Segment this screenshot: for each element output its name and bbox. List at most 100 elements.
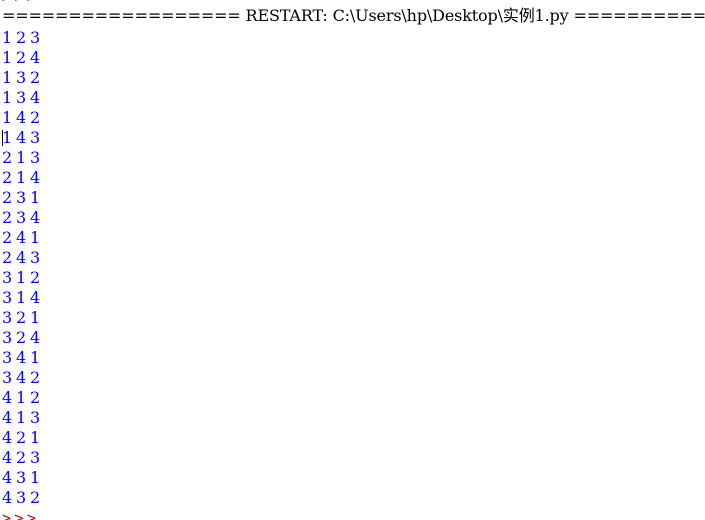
output-cell: 1 xyxy=(30,308,41,327)
output-cell: 2 xyxy=(16,448,27,467)
output-row: 341 xyxy=(2,348,44,368)
output-cell: 3 xyxy=(16,468,27,487)
output-cell: 1 xyxy=(30,468,41,487)
output-cell: 3 xyxy=(30,148,41,167)
output-cell: 1 xyxy=(2,88,13,107)
output-row: 413 xyxy=(2,408,44,428)
output-row: 432 xyxy=(2,488,44,508)
output-cell: 1 xyxy=(16,288,27,307)
output-cell: 3 xyxy=(30,408,41,427)
output-row: 124 xyxy=(2,48,44,68)
restart-banner: ================== RESTART: C:\Users\hp\… xyxy=(2,6,705,25)
output-row: 142 xyxy=(2,108,44,128)
output-cell: 4 xyxy=(30,208,41,227)
output-cell: 4 xyxy=(2,388,13,407)
output-row: 324 xyxy=(2,328,44,348)
output-cell: 4 xyxy=(2,408,13,427)
output-cell: 1 xyxy=(30,428,41,447)
output-cell: 1 xyxy=(16,268,27,287)
output-cell: 4 xyxy=(2,448,13,467)
output-cell: 2 xyxy=(16,308,27,327)
output-cell: 4 xyxy=(16,108,27,127)
output-cell: 4 xyxy=(16,368,27,387)
output-row: 231 xyxy=(2,188,44,208)
output-row: 421 xyxy=(2,428,44,448)
output-cell: 3 xyxy=(30,248,41,267)
bottom-prompt[interactable]: >>> xyxy=(2,508,39,520)
output-cell: 2 xyxy=(16,428,27,447)
output-cell: 1 xyxy=(16,168,27,187)
output-cell: 2 xyxy=(2,208,13,227)
output-cell: 2 xyxy=(30,388,41,407)
output-cell: 3 xyxy=(30,28,41,47)
output-cell: 1 xyxy=(2,28,13,47)
output-cell: 4 xyxy=(2,468,13,487)
output-cell: 3 xyxy=(2,308,13,327)
output-row: 123 xyxy=(2,28,44,48)
output-row: 314 xyxy=(2,288,44,308)
output-cell: 4 xyxy=(30,48,41,67)
output-cell: 4 xyxy=(2,488,13,507)
output-cell: 1 xyxy=(30,188,41,207)
output-cell: 2 xyxy=(2,168,13,187)
output-cell: 2 xyxy=(16,328,27,347)
output-row: 243 xyxy=(2,248,44,268)
output-cell: 1 xyxy=(2,128,13,147)
output-row: 143 xyxy=(2,128,44,148)
output-row: 234 xyxy=(2,208,44,228)
output-cell: 2 xyxy=(30,488,41,507)
output-cell: 3 xyxy=(16,488,27,507)
output-row: 134 xyxy=(2,88,44,108)
output-cell: 2 xyxy=(16,28,27,47)
output-cell: 2 xyxy=(2,248,13,267)
output-cell: 4 xyxy=(2,428,13,447)
output-row: 423 xyxy=(2,448,44,468)
output-cell: 1 xyxy=(2,108,13,127)
output-cell: 3 xyxy=(2,328,13,347)
output-cell: 3 xyxy=(2,268,13,287)
output-cell: 3 xyxy=(2,348,13,367)
output-cell: 1 xyxy=(2,68,13,87)
output-cell: 4 xyxy=(16,348,27,367)
output-cell: 3 xyxy=(16,208,27,227)
output-cell: 4 xyxy=(30,288,41,307)
output-cell: 2 xyxy=(2,228,13,247)
output-cell: 4 xyxy=(30,328,41,347)
output-cell: 3 xyxy=(16,68,27,87)
output-cell: 1 xyxy=(16,388,27,407)
idle-shell-output-pane[interactable]: >>> ================== RESTART: C:\Users… xyxy=(0,0,705,520)
output-cell: 1 xyxy=(30,348,41,367)
output-cell: 2 xyxy=(30,68,41,87)
text-caret xyxy=(2,130,3,146)
output-cell: 4 xyxy=(30,88,41,107)
output-cell: 3 xyxy=(16,88,27,107)
output-cell: 2 xyxy=(16,48,27,67)
output-cell: 1 xyxy=(16,408,27,427)
output-cell: 4 xyxy=(16,228,27,247)
output-cell: 2 xyxy=(30,108,41,127)
output-cell: 4 xyxy=(16,128,27,147)
output-row: 312 xyxy=(2,268,44,288)
output-cell: 3 xyxy=(30,128,41,147)
output-cell: 1 xyxy=(30,228,41,247)
output-cell: 3 xyxy=(16,188,27,207)
output-row: 132 xyxy=(2,68,44,88)
output-cell: 4 xyxy=(16,248,27,267)
output-cell: 2 xyxy=(2,188,13,207)
output-row: 431 xyxy=(2,468,44,488)
output-row: 321 xyxy=(2,308,44,328)
output-cell: 3 xyxy=(2,288,13,307)
output-cell: 1 xyxy=(2,48,13,67)
output-row: 412 xyxy=(2,388,44,408)
output-cell: 2 xyxy=(2,148,13,167)
output-cell: 1 xyxy=(16,148,27,167)
output-cell: 3 xyxy=(30,448,41,467)
output-row: 241 xyxy=(2,228,44,248)
output-row: 342 xyxy=(2,368,44,388)
output-cell: 2 xyxy=(30,268,41,287)
output-row: 213 xyxy=(2,148,44,168)
output-row: 214 xyxy=(2,168,44,188)
output-cell: 2 xyxy=(30,368,41,387)
output-cell: 3 xyxy=(2,368,13,387)
output-cell: 4 xyxy=(30,168,41,187)
